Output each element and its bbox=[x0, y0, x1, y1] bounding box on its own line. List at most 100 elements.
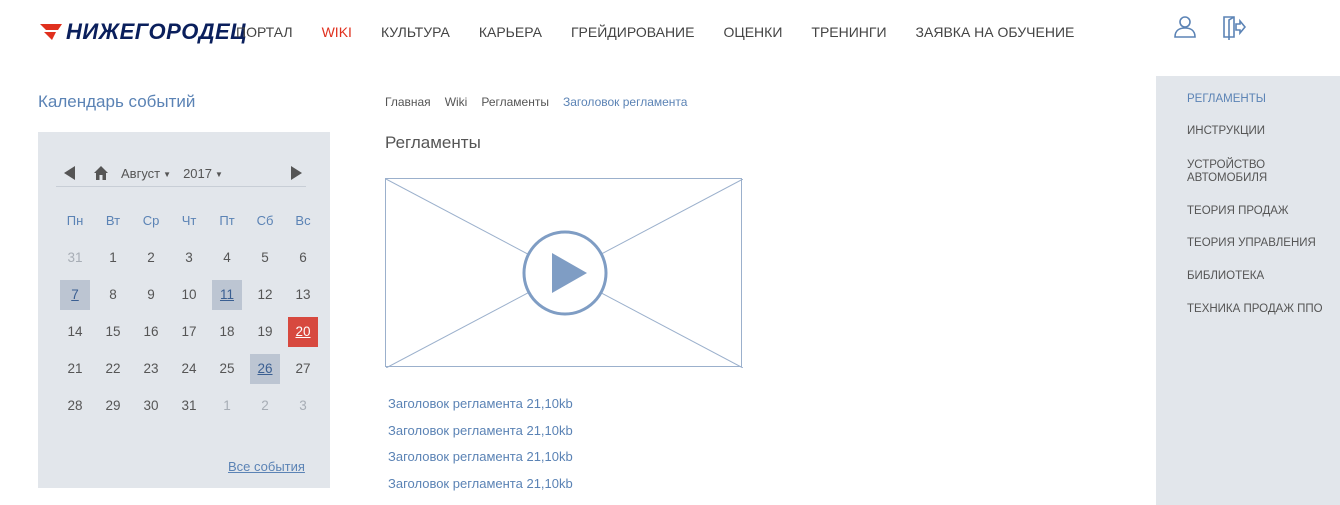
calendar-day-label: 28 bbox=[67, 397, 83, 413]
logo[interactable]: НИЖЕГОРОДЕЦ bbox=[40, 12, 247, 52]
calendar-day-label: 19 bbox=[257, 323, 273, 339]
weekday-label: Ср bbox=[142, 213, 160, 228]
nav-item-ratings[interactable]: ОЦЕНКИ bbox=[723, 24, 782, 40]
calendar-day-label: 27 bbox=[295, 360, 311, 376]
nav-item-portal[interactable]: ПОРТАЛ bbox=[236, 24, 293, 40]
month-select[interactable]: Август ▼ bbox=[121, 166, 171, 181]
nav-item-grading[interactable]: ГРЕЙДИРОВАНИЕ bbox=[571, 24, 695, 40]
calendar-day[interactable]: 30 bbox=[132, 391, 170, 421]
calendar-day-label: 9 bbox=[147, 286, 155, 302]
calendar-day[interactable]: 12 bbox=[246, 280, 284, 310]
weekday-label: Чт bbox=[181, 213, 197, 228]
calendar-day[interactable]: 24 bbox=[170, 354, 208, 384]
calendar-day-label: 13 bbox=[295, 286, 311, 302]
calendar-day[interactable]: 1 bbox=[94, 243, 132, 273]
sidebar-item-regulations[interactable]: РЕГЛАМЕНТЫ bbox=[1187, 93, 1337, 106]
calendar-day-label: 24 bbox=[181, 360, 197, 376]
nav-item-trainings[interactable]: ТРЕНИНГИ bbox=[811, 24, 886, 40]
weekday-row: Пн Вт Ср Чт Пт Сб Вс bbox=[56, 202, 322, 239]
year-select[interactable]: 2017 ▼ bbox=[183, 166, 223, 181]
calendar-day[interactable]: 20 bbox=[284, 316, 322, 347]
calendar-day-label: 4 bbox=[223, 249, 231, 265]
calendar-day[interactable]: 9 bbox=[132, 280, 170, 310]
calendar-day[interactable]: 27 bbox=[284, 354, 322, 384]
calendar-day[interactable]: 4 bbox=[208, 243, 246, 273]
home-icon[interactable] bbox=[93, 165, 109, 181]
calendar-day[interactable]: 1 bbox=[208, 391, 246, 421]
calendar-day[interactable]: 5 bbox=[246, 243, 284, 273]
header-actions bbox=[1172, 14, 1246, 40]
calendar-day-label: 6 bbox=[299, 249, 307, 265]
calendar-day-label: 1 bbox=[223, 397, 231, 413]
calendar-header: Август ▼ 2017 ▼ bbox=[56, 160, 306, 187]
calendar-day[interactable]: 31 bbox=[56, 243, 94, 273]
caret-down-icon: ▼ bbox=[163, 169, 172, 179]
calendar-day[interactable]: 29 bbox=[94, 391, 132, 421]
calendar-day[interactable]: 14 bbox=[56, 317, 94, 347]
nav-item-career[interactable]: КАРЬЕРА bbox=[479, 24, 542, 40]
calendar-day[interactable]: 21 bbox=[56, 354, 94, 384]
calendar-title: Календарь событий bbox=[38, 92, 196, 111]
sidebar-item-management-theory[interactable]: ТЕОРИЯ УПРАВЛЕНИЯ bbox=[1187, 237, 1337, 250]
calendar-day[interactable]: 22 bbox=[94, 354, 132, 384]
calendar-day[interactable]: 13 bbox=[284, 280, 322, 310]
calendar-day-label: 26 bbox=[250, 353, 280, 384]
document-link[interactable]: Заголовок регламента 21,10kb bbox=[388, 476, 573, 503]
calendar-day[interactable]: 2 bbox=[132, 243, 170, 273]
calendar-day[interactable]: 25 bbox=[208, 354, 246, 384]
calendar-day[interactable]: 31 bbox=[170, 391, 208, 421]
calendar-week-row: 21 22 23 24 25 26 27 bbox=[56, 350, 322, 387]
weekday-label: Пт bbox=[219, 213, 235, 228]
prev-month-icon[interactable] bbox=[64, 166, 75, 180]
document-link[interactable]: Заголовок регламента 21,10kb bbox=[388, 396, 573, 423]
sidebar-item-sales-theory[interactable]: ТЕОРИЯ ПРОДАЖ bbox=[1187, 205, 1337, 218]
calendar-day[interactable]: 28 bbox=[56, 391, 94, 421]
calendar-day-label: 16 bbox=[143, 323, 159, 339]
calendar-day[interactable]: 16 bbox=[132, 317, 170, 347]
document-link[interactable]: Заголовок регламента 21,10kb bbox=[388, 423, 573, 450]
main-nav: ПОРТАЛ WIKI КУЛЬТУРА КАРЬЕРА ГРЕЙДИРОВАН… bbox=[236, 24, 1103, 40]
calendar-day[interactable]: 19 bbox=[246, 317, 284, 347]
logout-icon[interactable] bbox=[1220, 14, 1246, 40]
page-title: Регламенты bbox=[385, 133, 481, 152]
next-month-icon[interactable] bbox=[291, 166, 302, 180]
calendar-day[interactable]: 10 bbox=[170, 280, 208, 310]
calendar-day-label: 21 bbox=[67, 360, 83, 376]
document-link[interactable]: Заголовок регламента 21,10kb bbox=[388, 449, 573, 476]
calendar-day[interactable]: 3 bbox=[284, 391, 322, 421]
calendar-day[interactable]: 23 bbox=[132, 354, 170, 384]
sidebar-item-car-structure[interactable]: УСТРОЙСТВО АВТОМОБИЛЯ bbox=[1187, 159, 1277, 185]
calendar-day-label: 7 bbox=[60, 279, 90, 310]
user-icon[interactable] bbox=[1172, 14, 1198, 40]
calendar-day-label: 30 bbox=[143, 397, 159, 413]
calendar-day[interactable]: 17 bbox=[170, 317, 208, 347]
calendar-day-label: 3 bbox=[299, 397, 307, 413]
breadcrumb-wiki[interactable]: Wiki bbox=[445, 95, 468, 109]
calendar-day-label: 31 bbox=[67, 249, 83, 265]
breadcrumb-home[interactable]: Главная bbox=[385, 95, 431, 109]
calendar-day[interactable]: 2 bbox=[246, 391, 284, 421]
calendar-day[interactable]: 3 bbox=[170, 243, 208, 273]
calendar-day-label: 14 bbox=[67, 323, 83, 339]
video-player[interactable] bbox=[385, 178, 743, 368]
nav-item-culture[interactable]: КУЛЬТУРА bbox=[381, 24, 450, 40]
calendar-day-label: 17 bbox=[181, 323, 197, 339]
nav-item-training-request[interactable]: ЗАЯВКА НА ОБУЧЕНИЕ bbox=[916, 24, 1075, 40]
all-events-link[interactable]: Все события bbox=[228, 459, 305, 474]
calendar-day[interactable]: 11 bbox=[208, 279, 246, 310]
calendar-day-label: 29 bbox=[105, 397, 121, 413]
calendar-day[interactable]: 18 bbox=[208, 317, 246, 347]
breadcrumb-regulations[interactable]: Регламенты bbox=[481, 95, 549, 109]
nav-item-wiki[interactable]: WIKI bbox=[322, 24, 352, 40]
calendar-day[interactable]: 8 bbox=[94, 280, 132, 310]
calendar-day-label: 20 bbox=[288, 316, 318, 347]
calendar-day[interactable]: 26 bbox=[246, 353, 284, 384]
calendar-day[interactable]: 7 bbox=[56, 279, 94, 310]
calendar-day[interactable]: 15 bbox=[94, 317, 132, 347]
sidebar-item-library[interactable]: БИБЛИОТЕКА bbox=[1187, 270, 1337, 283]
document-list: Заголовок регламента 21,10kb Заголовок р… bbox=[388, 396, 573, 503]
sidebar-item-instructions[interactable]: ИНСТРУКЦИИ bbox=[1187, 125, 1337, 138]
sidebar-item-ppo-sales[interactable]: ТЕХНИКА ПРОДАЖ ППО bbox=[1187, 303, 1337, 316]
calendar-day[interactable]: 6 bbox=[284, 243, 322, 273]
calendar-day-label: 8 bbox=[109, 286, 117, 302]
